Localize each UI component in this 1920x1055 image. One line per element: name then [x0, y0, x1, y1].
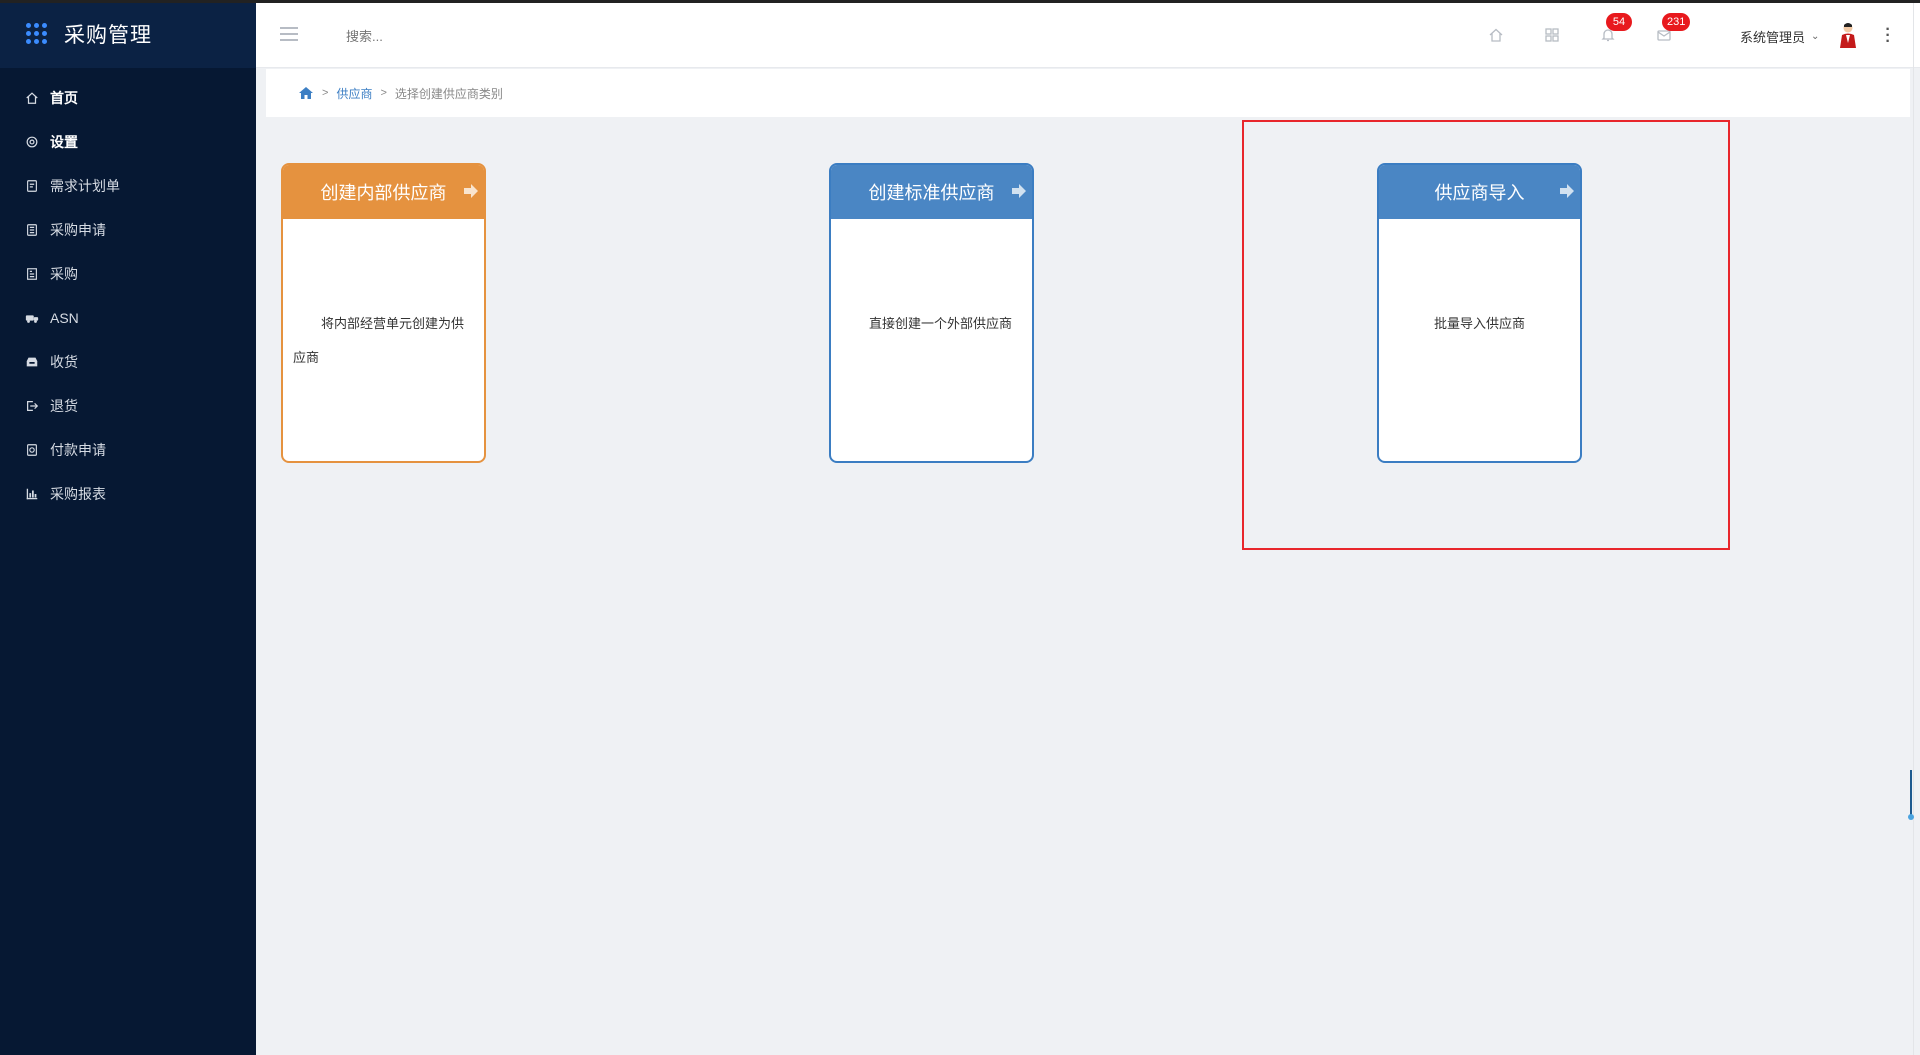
user-menu[interactable]: 系统管理员 ⌄ [1740, 27, 1819, 46]
document-icon [24, 178, 40, 194]
menu-toggle-icon[interactable] [280, 27, 298, 41]
sidebar-nav: 首页 设置 需求计划单 采购申请 采购 ASN 收货 退货 付款申请 采购报表 [0, 76, 256, 516]
sidebar-item-label: 付款申请 [50, 442, 106, 458]
avatar[interactable] [1836, 21, 1860, 49]
chevron-down-icon: ⌄ [1811, 31, 1820, 42]
notification-badge: 54 [1606, 13, 1632, 31]
sidebar-item-label: 首页 [50, 90, 78, 106]
sidebar-item-receiving[interactable]: 收货 [0, 340, 256, 384]
sidebar-item-asn[interactable]: ASN [0, 296, 256, 340]
payment-icon [24, 442, 40, 458]
breadcrumb: > 供应商 > 选择创建供应商类别 [266, 69, 1910, 117]
card-title: 创建内部供应商 [320, 183, 447, 203]
sidebar-item-purchase-report[interactable]: 采购报表 [0, 472, 256, 516]
sidebar-item-label: 采购报表 [50, 486, 106, 502]
breadcrumb-current: 选择创建供应商类别 [394, 86, 503, 101]
breadcrumb-separator: > [380, 87, 387, 99]
sidebar-item-label: 设置 [50, 134, 78, 150]
messages-button[interactable]: 231 [1654, 13, 1691, 45]
window-top-edge [0, 0, 1920, 3]
card-header: 创建内部供应商 [283, 165, 484, 219]
card-header: 创建标准供应商 [831, 165, 1032, 219]
user-name: 系统管理员 [1740, 30, 1806, 45]
arrow-right-icon [1560, 184, 1574, 198]
sidebar-item-label: 退货 [50, 398, 78, 414]
sidebar-item-purchase[interactable]: 采购 [0, 252, 256, 296]
sidebar-item-purchase-request[interactable]: 采购申请 [0, 208, 256, 252]
search-input[interactable] [346, 25, 546, 47]
return-icon [24, 398, 40, 414]
sidebar-item-label: 需求计划单 [50, 178, 120, 194]
sidebar-item-demand-plan[interactable]: 需求计划单 [0, 164, 256, 208]
arrow-right-icon [464, 184, 478, 198]
sidebar: 采购管理 首页 设置 需求计划单 采购申请 采购 ASN 收货 退货 付款申请 … [0, 0, 256, 1055]
supplier-import-card[interactable]: 供应商导入 批量导入供应商 [1377, 163, 1582, 463]
grid-icon[interactable] [1542, 25, 1562, 45]
messages-badge: 231 [1662, 13, 1691, 31]
arrow-right-icon [1012, 184, 1026, 198]
gear-icon [24, 134, 40, 150]
card-description: 直接创建一个外部供应商 [869, 316, 1013, 331]
notification-bell-button[interactable]: 54 [1598, 13, 1632, 45]
more-options-icon[interactable]: · · · [1884, 22, 1892, 50]
sidebar-item-return[interactable]: 退货 [0, 384, 256, 428]
sidebar-item-label: ASN [50, 310, 79, 326]
home-icon[interactable] [298, 85, 314, 101]
card-description: 将内部经营单元创建为供应商 [293, 316, 465, 365]
breadcrumb-separator: > [322, 87, 329, 99]
scrollbar-track[interactable] [1913, 0, 1914, 1055]
card-description: 批量导入供应商 [1433, 316, 1525, 331]
breadcrumb-link-supplier[interactable]: 供应商 [336, 85, 372, 102]
card-title: 创建标准供应商 [868, 183, 995, 203]
create-standard-supplier-card[interactable]: 创建标准供应商 直接创建一个外部供应商 [829, 163, 1034, 463]
form-icon [24, 222, 40, 238]
create-internal-supplier-card[interactable]: 创建内部供应商 将内部经营单元创建为供应商 [281, 163, 486, 463]
sidebar-item-payment-request[interactable]: 付款申请 [0, 428, 256, 472]
inbox-icon [24, 354, 40, 370]
sidebar-item-label: 采购 [50, 266, 78, 282]
apps-grid-icon [26, 23, 48, 45]
sidebar-item-label: 收货 [50, 354, 78, 370]
home-icon[interactable] [1486, 25, 1506, 45]
app-title: 采购管理 [64, 24, 152, 47]
card-title: 供应商导入 [1434, 183, 1525, 203]
sidebar-item-home[interactable]: 首页 [0, 76, 256, 120]
brand-header[interactable]: 采购管理 [0, 0, 256, 68]
sidebar-item-settings[interactable]: 设置 [0, 120, 256, 164]
top-header: 54 231 系统管理员 ⌄ ··· [256, 3, 1920, 68]
list-icon [24, 266, 40, 282]
card-header: 供应商导入 [1379, 165, 1580, 219]
scrollbar-thumb[interactable] [1908, 770, 1914, 822]
home-icon [24, 90, 40, 106]
bar-chart-icon [24, 486, 40, 502]
sidebar-item-label: 采购申请 [50, 222, 106, 238]
truck-icon [24, 310, 40, 326]
